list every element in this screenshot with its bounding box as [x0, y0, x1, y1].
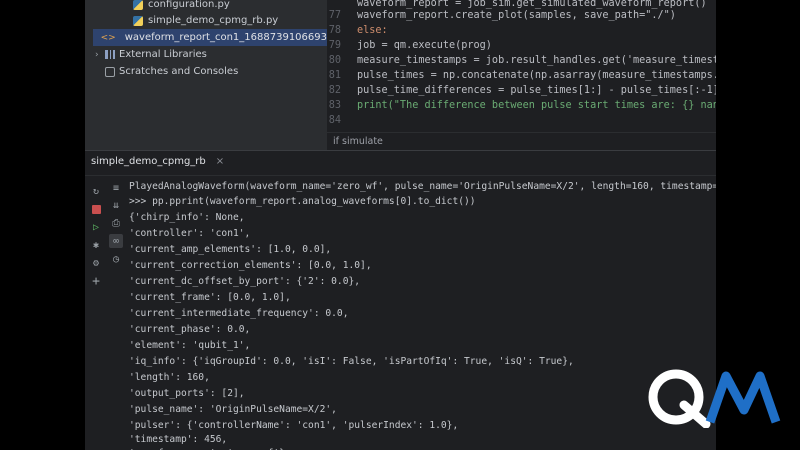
console-line: 'timestamp': 456, [129, 434, 228, 445]
console-line: 'controller': 'con1', [129, 228, 251, 239]
python-file-icon [133, 15, 143, 26]
tree-item-external-libraries[interactable]: › External Libraries [95, 46, 207, 63]
console-prompt-line: >>> pp.pprint(waveform_report.analog_wav… [129, 196, 476, 207]
tab-run-config[interactable]: simple_demo_cpmg_rb × [91, 156, 224, 167]
html-file-icon: <> [100, 32, 116, 43]
stop-icon[interactable] [89, 202, 103, 216]
python-file-icon [133, 0, 143, 10]
console-line: 'element': 'qubit_1', [129, 340, 251, 351]
scratches-icon [105, 66, 115, 77]
console-line: 'current_correction_elements': [0.0, 1.0… [129, 260, 372, 271]
console-line: 'pulser': {'controllerName': 'con1', 'pu… [129, 420, 459, 431]
console-line: 'length': 160, [129, 372, 210, 383]
code-line: 84 [328, 115, 341, 126]
print-icon[interactable]: ⎙ [109, 216, 123, 230]
bug-icon[interactable]: ✱ [89, 238, 103, 252]
code-line: 83 print("The difference between pulse s… [328, 100, 716, 111]
tree-item-demo-script[interactable]: simple_demo_cpmg_rb.py [133, 12, 278, 29]
run-panel-header: simple_demo_cpmg_rb × [85, 150, 716, 176]
infinity-icon[interactable]: ∞ [109, 234, 123, 248]
project-tree: configuration.py simple_demo_cpmg_rb.py … [85, 0, 327, 150]
rerun-icon[interactable]: ↻ [89, 184, 103, 198]
library-icon [105, 50, 115, 59]
soft-wrap-icon[interactable]: ≡ [109, 181, 123, 195]
scroll-end-icon[interactable]: ⇊ [109, 198, 123, 212]
console-line: 'iq_info': {'iqGroupId': 0.0, 'isI': Fal… [129, 356, 574, 367]
python-console[interactable]: ↻ ▷ ✱ ⚙ + ≡ ⇊ ⎙ ∞ ◷ PlayedAnalogWaveform… [85, 176, 716, 450]
logo-m-shape [705, 371, 781, 424]
breadcrumb[interactable]: if simulate [327, 132, 716, 150]
add-icon[interactable]: + [89, 274, 103, 289]
code-editor[interactable]: waveform_report = job_sim.get_simulated_… [327, 0, 716, 147]
chevron-right-icon[interactable]: › [95, 50, 105, 60]
console-line: PlayedAnalogWaveform(waveform_name='zero… [129, 181, 716, 192]
console-line: 'current_amp_elements': [1.0, 0.0], [129, 244, 332, 255]
history-icon[interactable]: ◷ [109, 252, 123, 266]
tree-item-waveform-report[interactable]: <> waveform_report_con1_1688739106693 [93, 29, 327, 46]
debug-icon[interactable]: ▷ [89, 220, 103, 234]
console-line: {'chirp_info': None, [129, 212, 245, 223]
console-line: 'current_frame': [0.0, 1.0], [129, 292, 291, 303]
console-line: 'current_phase': 0.0, [129, 324, 251, 335]
console-line: 'pulse_name': 'OriginPulseName=X/2', [129, 404, 337, 415]
console-line: 'current_intermediate_frequency': 0.0, [129, 308, 349, 319]
close-icon[interactable]: × [216, 156, 224, 167]
ide-window: configuration.py simple_demo_cpmg_rb.py … [85, 0, 716, 450]
console-line: 'current_dc_offset_by_port': {'2': 0.0}, [129, 276, 361, 287]
qm-logo [648, 369, 781, 428]
tree-item-scratches[interactable]: Scratches and Consoles [105, 63, 238, 80]
settings-icon[interactable]: ⚙ [89, 256, 103, 270]
console-line: 'output_ports': [2], [129, 388, 245, 399]
